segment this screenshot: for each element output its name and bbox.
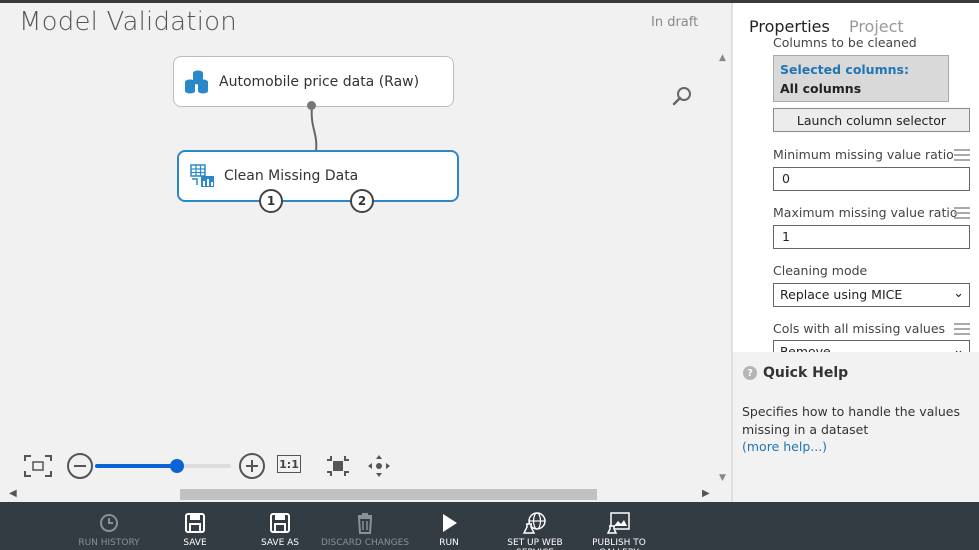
parameter-menu-icon[interactable]: [954, 149, 970, 162]
quick-help-panel: ? Quick Help Specifies how to handle the…: [733, 352, 979, 502]
set-up-web-service-button[interactable]: SET UP WEB SERVICE: [504, 512, 566, 550]
all-missing-cols-value: Remove: [780, 344, 831, 352]
quick-help-header: ? Quick Help: [743, 365, 848, 381]
selected-columns-value: All columns: [780, 81, 862, 96]
toolbar-label: RUN HISTORY: [78, 538, 140, 548]
clock-icon: [98, 512, 120, 534]
scroll-down-arrow[interactable]: ▼: [719, 473, 726, 483]
columns-label: Columns to be cleaned: [773, 35, 917, 50]
quick-help-title: Quick Help: [763, 365, 849, 381]
clean-data-icon: [188, 162, 216, 190]
more-help-link[interactable]: (more help...): [742, 439, 827, 454]
run-history-button[interactable]: RUN HISTORY: [76, 512, 142, 548]
scrollbar-thumb[interactable]: [180, 489, 597, 500]
parameter-menu-icon[interactable]: [954, 323, 970, 336]
quick-help-text: Specifies how to handle the values missi…: [742, 404, 960, 437]
fit-to-screen-icon[interactable]: [23, 454, 53, 478]
tab-properties[interactable]: Properties: [749, 17, 830, 36]
selected-columns-title: Selected columns:: [780, 62, 909, 77]
scroll-left-arrow[interactable]: ◀: [9, 488, 17, 499]
zoom-in-icon[interactable]: [238, 452, 266, 480]
module-automobile-price-data[interactable]: Automobile price data (Raw): [173, 56, 454, 107]
toolbar-label: RUN: [439, 538, 459, 548]
zoom-out-icon[interactable]: [66, 452, 94, 480]
toolbar-label: SAVE AS: [260, 538, 300, 548]
all-missing-cols-label: Cols with all missing values: [773, 321, 946, 336]
zoom-slider-thumb[interactable]: [169, 459, 184, 473]
output-port-1[interactable]: 1: [259, 189, 283, 213]
actual-size-button[interactable]: 1:1: [277, 455, 301, 473]
tab-project[interactable]: Project: [849, 17, 904, 36]
gallery-icon: [607, 512, 631, 534]
pan-icon[interactable]: [366, 453, 392, 479]
bottom-toolbar: RUN HISTORY SAVE SAVE AS DISCARD CHANGES…: [0, 502, 979, 550]
publish-to-gallery-button[interactable]: PUBLISH TO GALLERY: [590, 512, 648, 550]
experiment-canvas[interactable]: Model Validation In draft Automobile pri…: [5, 3, 731, 502]
chevron-down-icon: ⌄: [953, 286, 964, 301]
save-button[interactable]: SAVE: [175, 512, 215, 548]
save-as-icon: [269, 512, 291, 534]
all-missing-cols-select[interactable]: Remove ⌄: [773, 340, 970, 352]
max-ratio-input[interactable]: 1: [773, 225, 970, 249]
module-label: Clean Missing Data: [224, 168, 359, 184]
save-as-button[interactable]: SAVE AS: [256, 512, 304, 548]
min-ratio-input[interactable]: 0: [773, 167, 970, 191]
play-icon: [438, 512, 460, 534]
zoom-slider[interactable]: [95, 459, 231, 473]
zoom-to-selection-icon[interactable]: [325, 454, 351, 478]
dataset-icon: [183, 68, 211, 96]
cleaning-mode-value: Replace using MICE: [780, 287, 903, 302]
max-ratio-label: Maximum missing value ratio: [773, 205, 958, 220]
discard-changes-button[interactable]: DISCARD CHANGES: [318, 512, 412, 548]
globe-flask-icon: [523, 512, 547, 534]
help-icon: ?: [743, 366, 757, 380]
min-ratio-label: Minimum missing value ratio: [773, 147, 954, 162]
cleaning-mode-select[interactable]: Replace using MICE ⌄: [773, 283, 970, 307]
module-clean-missing-data[interactable]: Clean Missing Data 1 2: [177, 150, 459, 213]
cleaning-mode-label: Cleaning mode: [773, 263, 868, 278]
run-button[interactable]: RUN: [433, 512, 465, 548]
selected-columns-box: Selected columns: All columns: [773, 55, 949, 102]
scroll-right-arrow[interactable]: ▶: [702, 488, 710, 499]
zoom-slider-fill: [95, 464, 177, 468]
toolbar-label: SAVE: [183, 538, 207, 548]
parameter-menu-icon[interactable]: [954, 207, 970, 220]
zoom-controls: 1:1: [23, 451, 403, 481]
properties-panel: Properties Project Columns to be cleaned…: [733, 3, 979, 352]
panel-tabs: Properties Project: [749, 17, 904, 36]
toolbar-label: PUBLISH TO GALLERY: [592, 538, 646, 550]
chevron-down-icon: ⌄: [953, 343, 964, 352]
launch-column-selector-button[interactable]: Launch column selector: [773, 108, 970, 132]
toolbar-label: DISCARD CHANGES: [320, 538, 410, 548]
horizontal-scrollbar[interactable]: ◀ ▶: [5, 487, 731, 502]
output-port-2[interactable]: 2: [350, 189, 374, 213]
trash-icon: [354, 512, 376, 534]
output-port[interactable]: [307, 101, 316, 110]
toolbar-label: SET UP WEB SERVICE: [507, 538, 563, 550]
scroll-up-arrow[interactable]: ▲: [719, 53, 726, 63]
module-label: Automobile price data (Raw): [219, 73, 420, 90]
save-icon: [184, 512, 206, 534]
